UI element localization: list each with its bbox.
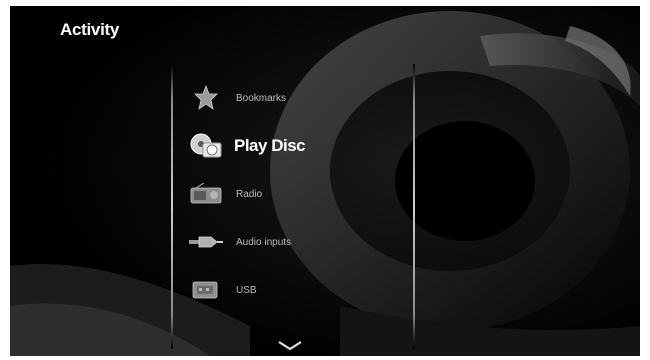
menu-item-bookmarks[interactable]: Bookmarks	[180, 78, 410, 118]
star-icon	[188, 83, 224, 113]
menu-item-label: Radio	[236, 188, 263, 200]
audio-input-icon	[188, 227, 224, 257]
usb-icon	[188, 275, 224, 305]
menu-item-label: Audio inputs	[236, 236, 292, 248]
menu-item-label: Bookmarks	[236, 92, 287, 104]
menu-item-play-disc[interactable]: Play Disc	[180, 126, 410, 166]
menu-item-usb[interactable]: USB	[180, 270, 410, 310]
menu-item-label: Play Disc	[234, 136, 306, 155]
menu-item-audio-inputs[interactable]: Audio inputs	[180, 222, 410, 262]
radio-icon	[188, 179, 224, 209]
disc-icon	[188, 131, 224, 161]
menu-item-radio[interactable]: Radio	[180, 174, 410, 214]
screen-title: Activity	[60, 20, 120, 39]
chevron-down-icon[interactable]	[278, 341, 302, 351]
activity-screen: Activity Bookmarks Play Disc Radio Audio…	[10, 6, 640, 356]
left-divider	[171, 64, 173, 349]
right-divider	[413, 64, 415, 349]
menu-item-label: USB	[236, 284, 257, 296]
